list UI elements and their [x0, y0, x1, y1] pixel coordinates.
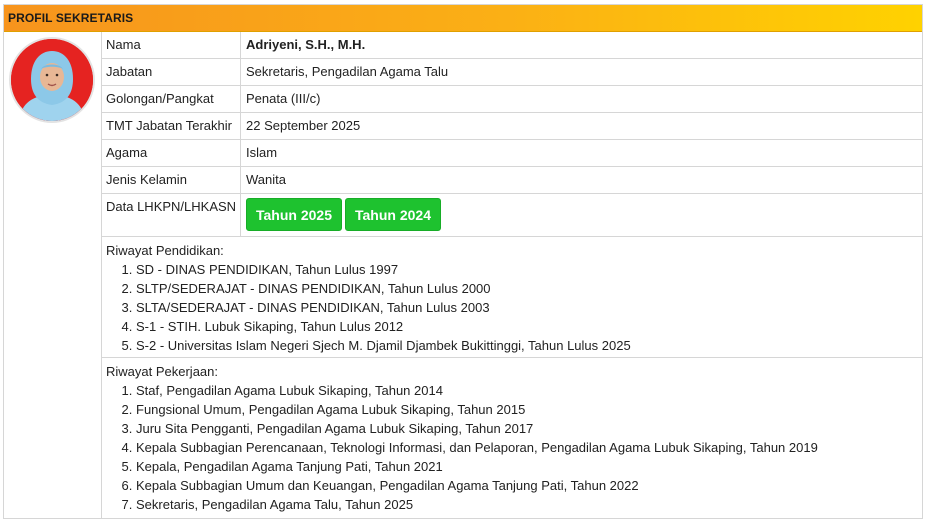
education-list: SD - DINAS PENDIDIKAN, Tahun Lulus 1997 …: [136, 260, 922, 355]
value-agama: Islam: [246, 145, 278, 160]
label-golongan: Golongan/Pangkat: [102, 86, 241, 112]
list-item: S-2 - Universitas Islam Negeri Sjech M. …: [136, 336, 922, 355]
career-list: Staf, Pengadilan Agama Lubuk Sikaping, T…: [136, 381, 922, 514]
row-nama: Nama Adriyeni, S.H., M.H.: [102, 32, 922, 59]
row-jabatan: Jabatan Sekretaris, Pengadilan Agama Tal…: [102, 59, 922, 86]
education-title: Riwayat Pendidikan:: [106, 243, 224, 258]
value-jabatan: Sekretaris, Pengadilan Agama Talu: [246, 64, 449, 79]
profile-panel: PROFIL SEKRETARIS Nama Adriyeni, S.H., M…: [3, 4, 923, 519]
list-item: Kepala Subbagian Perencanaan, Teknologi …: [136, 438, 922, 457]
label-agama: Agama: [102, 140, 241, 166]
row-golongan: Golongan/Pangkat Penata (III/c): [102, 86, 922, 113]
row-agama: Agama Islam: [102, 140, 922, 167]
value-nama: Adriyeni, S.H., M.H.: [246, 37, 366, 52]
person-photo-icon: [11, 39, 93, 121]
career-title: Riwayat Pekerjaan:: [106, 364, 218, 379]
career-section: Riwayat Pekerjaan: Staf, Pengadilan Agam…: [102, 358, 922, 518]
value-golongan: Penata (III/c): [246, 91, 321, 106]
panel-title: PROFIL SEKRETARIS: [4, 5, 922, 32]
education-section: Riwayat Pendidikan: SD - DINAS PENDIDIKA…: [102, 237, 922, 358]
list-item: Sekretaris, Pengadilan Agama Talu, Tahun…: [136, 495, 922, 514]
label-lhkpn: Data LHKPN/LHKASN: [102, 194, 241, 236]
row-lhkpn: Data LHKPN/LHKASN Tahun 2025 Tahun 2024: [102, 194, 922, 237]
profile-photo: [9, 37, 95, 123]
list-item: Fungsional Umum, Pengadilan Agama Lubuk …: [136, 400, 922, 419]
profile-content: Nama Adriyeni, S.H., M.H. Jabatan Sekret…: [4, 32, 922, 518]
label-nama: Nama: [102, 32, 241, 58]
list-item: Juru Sita Pengganti, Pengadilan Agama Lu…: [136, 419, 922, 438]
label-jabatan: Jabatan: [102, 59, 241, 85]
row-jenis-kelamin: Jenis Kelamin Wanita: [102, 167, 922, 194]
photo-column: [4, 32, 102, 518]
list-item: SD - DINAS PENDIDIKAN, Tahun Lulus 1997: [136, 260, 922, 279]
lhkpn-2025-button[interactable]: Tahun 2025: [246, 198, 342, 231]
label-jenis-kelamin: Jenis Kelamin: [102, 167, 241, 193]
row-tmt: TMT Jabatan Terakhir 22 September 2025: [102, 113, 922, 140]
list-item: SLTP/SEDERAJAT - DINAS PENDIDIKAN, Tahun…: [136, 279, 922, 298]
list-item: Kepala, Pengadilan Agama Tanjung Pati, T…: [136, 457, 922, 476]
list-item: Staf, Pengadilan Agama Lubuk Sikaping, T…: [136, 381, 922, 400]
value-tmt: 22 September 2025: [246, 118, 361, 133]
list-item: SLTA/SEDERAJAT - DINAS PENDIDIKAN, Tahun…: [136, 298, 922, 317]
lhkpn-2024-button[interactable]: Tahun 2024: [345, 198, 441, 231]
lhkpn-buttons: Tahun 2025 Tahun 2024: [246, 198, 444, 231]
info-column: Nama Adriyeni, S.H., M.H. Jabatan Sekret…: [102, 32, 922, 518]
list-item: S-1 - STIH. Lubuk Sikaping, Tahun Lulus …: [136, 317, 922, 336]
value-jenis-kelamin: Wanita: [246, 172, 286, 187]
label-tmt: TMT Jabatan Terakhir: [102, 113, 241, 139]
list-item: Kepala Subbagian Umum dan Keuangan, Peng…: [136, 476, 922, 495]
